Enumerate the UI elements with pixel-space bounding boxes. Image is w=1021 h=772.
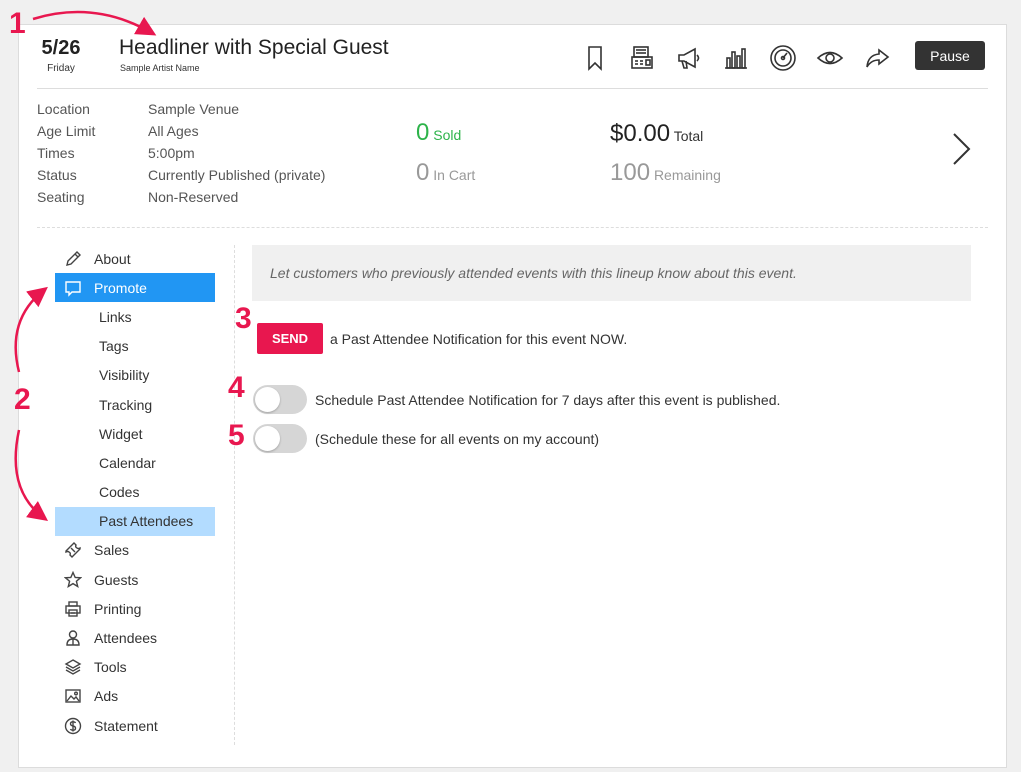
sidebar-item-label: Statement <box>94 717 158 734</box>
info-row-times: Times 5:00pm <box>37 145 325 167</box>
sidebar-nav: About Promote Links Tags Visibility Trac… <box>55 244 215 740</box>
sidebar-item-attendees[interactable]: Attendees <box>55 623 215 652</box>
sidebar-item-label: Printing <box>94 600 142 617</box>
annotation-number-1: 1 <box>9 7 26 40</box>
printer-icon <box>63 599 83 619</box>
send-description: a Past Attendee Notification for this ev… <box>330 331 628 347</box>
sidebar-subitem-past-attendees[interactable]: Past Attendees <box>55 506 215 536</box>
annotation-number-3: 3 <box>235 302 252 335</box>
megaphone-icon[interactable] <box>673 42 705 74</box>
sidebar-subitem-tags[interactable]: Tags <box>55 332 215 361</box>
sidebar-subitem-visibility[interactable]: Visibility <box>55 361 215 390</box>
total-amount: $0.00 <box>610 120 671 147</box>
sidebar-item-label: Promote <box>94 279 147 296</box>
bookmark-icon[interactable] <box>579 42 611 74</box>
info-value: Currently Published (private) <box>148 167 326 183</box>
sidebar-item-label: Attendees <box>94 630 158 647</box>
header-divider <box>37 88 988 89</box>
info-value: All Ages <box>148 123 199 139</box>
sidebar-item-printing[interactable]: Printing <box>55 594 215 623</box>
event-info-list: Location Sample Venue Age Limit All Ages… <box>37 101 325 211</box>
info-banner: Let customers who previously attended ev… <box>252 245 971 301</box>
box-office-icon[interactable] <box>626 42 658 74</box>
event-card: 5/26 Friday Headliner with Special Guest… <box>18 24 1007 768</box>
sidebar-subitem-calendar[interactable]: Calendar <box>55 448 215 477</box>
eye-icon[interactable] <box>814 42 846 74</box>
annotation-number-4: 4 <box>228 371 245 404</box>
sold-stat: 0 Sold <box>416 119 461 147</box>
info-value: Sample Venue <box>148 101 240 117</box>
toggle-knob <box>255 426 280 451</box>
info-label: Location <box>37 101 90 117</box>
info-label: Age Limit <box>37 123 96 139</box>
annotation-number-2: 2 <box>14 383 31 416</box>
remaining-stat: 100 Remaining <box>610 159 721 187</box>
send-button[interactable]: SEND <box>257 323 323 354</box>
share-icon[interactable] <box>861 42 893 74</box>
schedule-notification-toggle[interactable] <box>253 385 307 414</box>
info-divider <box>37 227 988 228</box>
event-date: 5/26 Friday <box>37 37 85 74</box>
event-date-day: Friday <box>47 63 75 74</box>
dashboard-gauge-icon[interactable] <box>767 42 799 74</box>
layers-icon <box>63 657 83 677</box>
sidebar-item-promote[interactable]: Promote <box>55 273 215 303</box>
total-label: Total <box>673 128 704 144</box>
pause-button[interactable]: Pause <box>915 41 985 70</box>
event-toolbar <box>579 41 908 75</box>
dollar-circle-icon <box>63 716 83 736</box>
sidebar-item-label: Tools <box>94 659 127 676</box>
info-row-seating: Seating Non-Reserved <box>37 189 325 211</box>
bar-chart-icon[interactable] <box>720 42 752 74</box>
in-cart-label: In Cart <box>433 167 476 183</box>
sold-count: 0 <box>416 119 430 146</box>
event-title: Headliner with Special Guest <box>119 36 389 59</box>
total-stat: $0.00 Total <box>610 120 703 148</box>
schedule-all-events-toggle[interactable] <box>253 424 307 453</box>
image-icon <box>63 686 83 706</box>
info-row-age-limit: Age Limit All Ages <box>37 123 325 145</box>
ticket-icon <box>63 540 83 560</box>
remaining-count: 100 <box>610 159 651 186</box>
sidebar-item-label: Ads <box>94 688 119 705</box>
person-icon <box>63 628 83 648</box>
info-row-status: Status Currently Published (private) <box>37 167 325 189</box>
in-cart-stat: 0 In Cart <box>416 159 475 187</box>
sidebar-item-label: Guests <box>94 571 139 588</box>
remaining-label: Remaining <box>653 167 721 183</box>
event-date-number: 5/26 <box>41 37 81 59</box>
sidebar-item-about[interactable]: About <box>55 244 215 273</box>
schedule-all-events-label: (Schedule these for all events on my acc… <box>315 431 600 447</box>
schedule-notification-label: Schedule Past Attendee Notification for … <box>315 392 781 408</box>
info-label: Times <box>37 145 75 161</box>
event-artist: Sample Artist Name <box>120 63 200 73</box>
toggle-knob <box>255 387 280 412</box>
sidebar-item-guests[interactable]: Guests <box>55 565 215 594</box>
annotation-number-5: 5 <box>228 419 245 452</box>
sidebar-item-label: About <box>94 250 131 267</box>
sold-label: Sold <box>433 127 462 143</box>
sidebar-subitem-codes[interactable]: Codes <box>55 478 215 507</box>
info-label: Seating <box>37 189 85 205</box>
sidebar-item-tools[interactable]: Tools <box>55 653 215 682</box>
star-icon <box>63 570 83 590</box>
sidebar-item-statement[interactable]: Statement <box>55 711 215 740</box>
pencil-icon <box>63 249 83 269</box>
sidebar-item-label: Sales <box>94 542 130 559</box>
sidebar-item-ads[interactable]: Ads <box>55 682 215 711</box>
info-label: Status <box>37 167 77 183</box>
chevron-right-icon[interactable] <box>947 129 977 169</box>
in-cart-count: 0 <box>416 159 430 186</box>
info-row-location: Location Sample Venue <box>37 101 325 123</box>
sidebar-subitem-widget[interactable]: Widget <box>55 419 215 448</box>
sidebar-subitem-tracking[interactable]: Tracking <box>55 390 215 419</box>
speech-bubble-icon <box>63 278 83 298</box>
info-value: Non-Reserved <box>148 189 239 205</box>
info-value: 5:00pm <box>148 145 195 161</box>
sidebar-item-sales[interactable]: Sales <box>55 536 215 565</box>
sidebar-subitem-links[interactable]: Links <box>55 302 215 331</box>
